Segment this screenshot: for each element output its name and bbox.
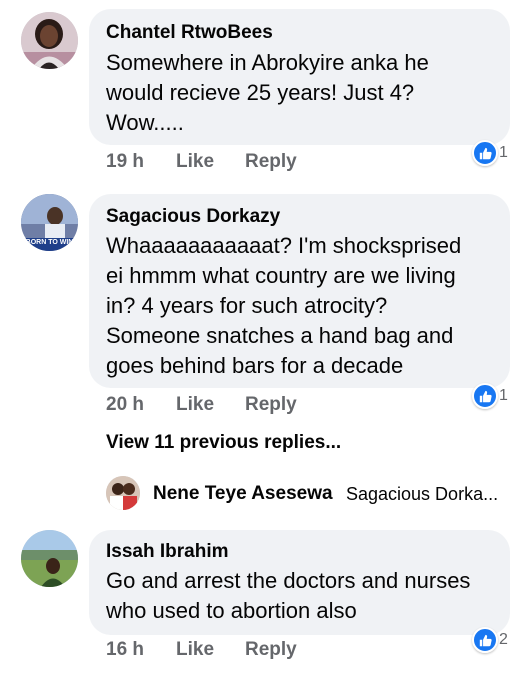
- avatar[interactable]: [21, 12, 78, 69]
- like-button[interactable]: Like: [176, 151, 214, 173]
- like-button[interactable]: Like: [176, 639, 214, 661]
- thumbs-up-icon: [472, 140, 498, 166]
- profile-photo-icon: [21, 530, 78, 587]
- reaction-count: 2: [499, 631, 508, 648]
- comment-text-line: Wow.....: [106, 110, 184, 135]
- comment-text-line: ei hmmm what country are we living: [106, 263, 456, 288]
- comment-thread: Chantel RtwoBees Somewhere in Abrokyire …: [0, 0, 510, 679]
- reaction-count: 1: [499, 387, 508, 404]
- comment-text-line: goes behind bars for a decade: [106, 353, 404, 378]
- reaction-summary[interactable]: 1: [472, 140, 508, 166]
- comment-text-line: Whaaaaaaaaaaat? I'm shocksprised: [106, 233, 462, 258]
- profile-photo-icon: [21, 12, 78, 69]
- comment-text-line: Go and arrest the doctors and nurses: [106, 568, 471, 593]
- reply-button[interactable]: Reply: [245, 639, 297, 661]
- comment-text-line: would recieve 25 years! Just 4?: [106, 80, 415, 105]
- thumbs-up-icon: [472, 627, 498, 653]
- reaction-summary[interactable]: 1: [472, 383, 508, 409]
- comment-text-line: in? 4 years for such atrocity?: [106, 293, 388, 318]
- avatar[interactable]: BORN TO WIN: [21, 194, 78, 251]
- comment-author[interactable]: Chantel RtwoBees: [106, 22, 273, 44]
- avatar-caption: BORN TO WIN: [25, 239, 74, 246]
- comment-author[interactable]: Sagacious Dorkazy: [106, 206, 280, 228]
- view-previous-replies-link[interactable]: View 11 previous replies...: [106, 432, 341, 454]
- comment-timestamp[interactable]: 20 h: [106, 394, 144, 416]
- reply-author[interactable]: Nene Teye Asesewa: [153, 483, 333, 505]
- thumbs-up-icon: [472, 383, 498, 409]
- comment-timestamp[interactable]: 19 h: [106, 151, 144, 173]
- comment-author[interactable]: Issah Ibrahim: [106, 541, 229, 563]
- reply-button[interactable]: Reply: [245, 394, 297, 416]
- comment-text-line: Somewhere in Abrokyire anka he: [106, 50, 429, 75]
- reaction-summary[interactable]: 2: [472, 627, 508, 653]
- avatar[interactable]: [106, 476, 140, 510]
- like-button[interactable]: Like: [176, 394, 214, 416]
- reaction-count: 1: [499, 144, 508, 161]
- reply-button[interactable]: Reply: [245, 151, 297, 173]
- reply-snippet[interactable]: Sagacious Dorka...: [346, 484, 498, 505]
- profile-photo-icon: [106, 476, 140, 510]
- comment-timestamp[interactable]: 16 h: [106, 639, 144, 661]
- comment-text-line: Someone snatches a hand bag and: [106, 323, 454, 348]
- avatar[interactable]: [21, 530, 78, 587]
- comment-text-line: who used to abortion also: [106, 598, 357, 623]
